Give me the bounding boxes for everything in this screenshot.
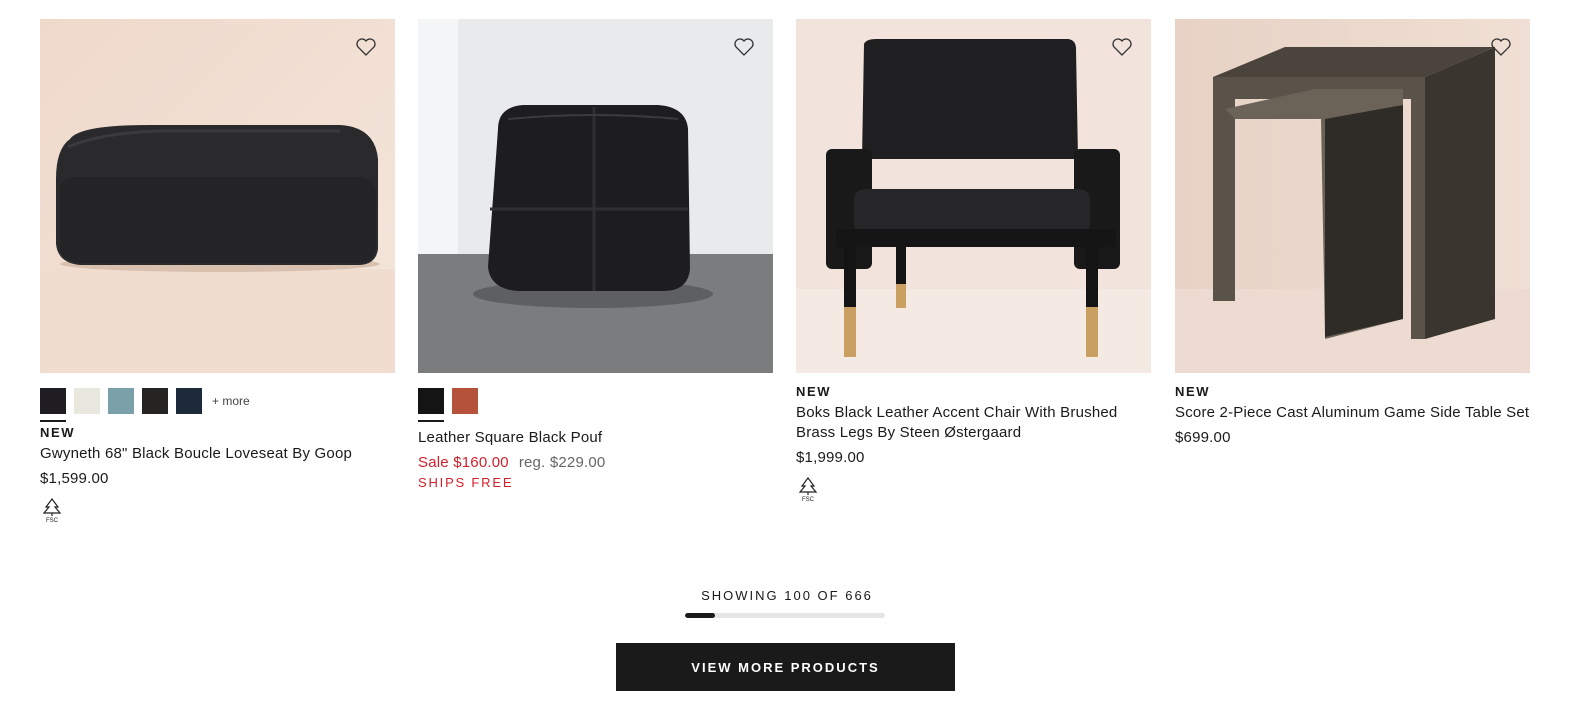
showing-count: SHOWING 100 OF 666 [701, 588, 873, 603]
product-price: $699.00 [1175, 429, 1231, 446]
svg-text:FSC: FSC [802, 497, 815, 502]
svg-text:FSC: FSC [46, 518, 59, 523]
product-card: Leather Square Black Pouf Sale $160.00 re… [418, 19, 773, 490]
product-image[interactable] [418, 19, 773, 373]
product-image[interactable] [1175, 19, 1530, 373]
color-swatch-selected[interactable] [40, 388, 66, 422]
color-swatch[interactable] [108, 388, 134, 414]
product-card: NEW Score 2-Piece Cast Aluminum Game Sid… [1175, 19, 1530, 446]
product-name[interactable]: Gwyneth 68" Black Boucle Loveseat By Goo… [40, 444, 395, 464]
sale-price: Sale $160.00 [418, 454, 509, 471]
product-info: NEW Gwyneth 68" Black Boucle Loveseat By… [40, 425, 395, 524]
new-badge: NEW [1175, 384, 1211, 399]
product-price: $1,599.00 [40, 470, 109, 487]
product-info: NEW Boks Black Leather Accent Chair With… [796, 384, 1151, 503]
product-image[interactable] [40, 19, 395, 373]
product-price: $1,999.00 [796, 449, 865, 466]
product-info: NEW Score 2-Piece Cast Aluminum Game Sid… [1175, 384, 1530, 446]
color-swatch[interactable] [452, 388, 478, 414]
new-badge: NEW [40, 425, 76, 440]
color-swatch-selected[interactable] [418, 388, 444, 422]
ships-free-label: SHIPS FREE [418, 475, 514, 490]
color-swatches: + more [40, 384, 395, 422]
product-card: NEW Boks Black Leather Accent Chair With… [796, 19, 1151, 503]
color-swatch[interactable] [176, 388, 202, 414]
product-grid: + more NEW Gwyneth 68" Black Boucle Love… [40, 19, 1530, 539]
color-swatch[interactable] [74, 388, 100, 414]
results-progress-fill [685, 613, 716, 618]
heart-outline-icon[interactable] [1111, 37, 1133, 57]
fsc-icon: FSC [796, 476, 820, 503]
heart-outline-icon[interactable] [1490, 37, 1512, 57]
results-progress-bar [685, 613, 885, 618]
more-colors-link[interactable]: + more [212, 394, 250, 408]
view-more-products-button[interactable]: VIEW MORE PRODUCTS [616, 643, 955, 691]
product-image[interactable] [796, 19, 1151, 373]
product-name[interactable]: Boks Black Leather Accent Chair With Bru… [796, 403, 1151, 443]
new-badge: NEW [796, 384, 832, 399]
heart-outline-icon[interactable] [733, 37, 755, 57]
product-info: Leather Square Black Pouf Sale $160.00 re… [418, 428, 773, 490]
color-swatches [418, 384, 773, 422]
product-card: + more NEW Gwyneth 68" Black Boucle Love… [40, 19, 395, 524]
product-name[interactable]: Score 2-Piece Cast Aluminum Game Side Ta… [1175, 403, 1530, 423]
regular-price: reg. $229.00 [518, 454, 606, 471]
heart-outline-icon[interactable] [355, 37, 377, 57]
product-name[interactable]: Leather Square Black Pouf [418, 428, 773, 448]
color-swatch[interactable] [142, 388, 168, 414]
fsc-icon: FSC [40, 497, 64, 524]
